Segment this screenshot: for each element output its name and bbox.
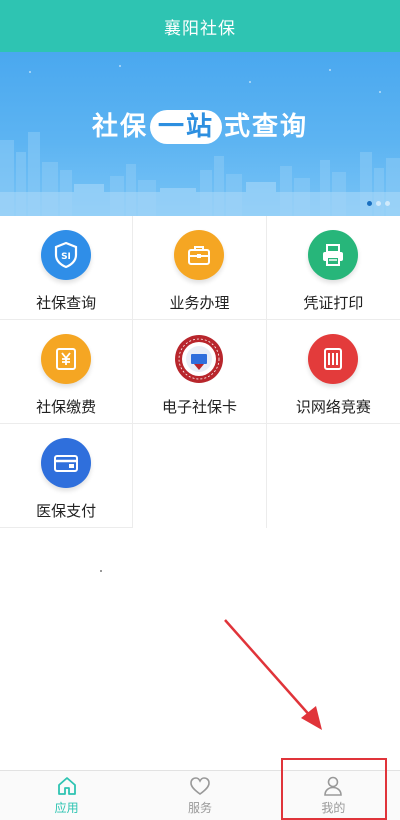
service-label: 社保查询 bbox=[36, 294, 97, 312]
carousel-indicator bbox=[367, 201, 390, 206]
service-voucher-print[interactable]: 凭证打印 bbox=[266, 216, 400, 320]
tab-label: 我的 bbox=[321, 801, 346, 815]
social-security-card-badge-icon bbox=[174, 334, 225, 384]
service-medical-insurance-payment[interactable]: 医保支付 bbox=[0, 424, 134, 528]
slogan-text-2: 式查询 bbox=[224, 112, 309, 142]
service-social-security-payment[interactable]: 社保缴费 bbox=[0, 320, 134, 424]
briefcase-icon bbox=[174, 230, 225, 280]
empty-cell bbox=[133, 424, 267, 528]
slogan-text-1: 社保 bbox=[91, 112, 148, 142]
page-title: 襄阳社保 bbox=[164, 18, 236, 39]
service-label: 社保缴费 bbox=[36, 398, 97, 416]
banner-slogan: 社保 一站 式查询 bbox=[0, 106, 400, 144]
service-electronic-card[interactable]: 电子社保卡 bbox=[133, 320, 267, 424]
tab-mine[interactable]: 我的 bbox=[267, 771, 400, 820]
service-label: 业务办理 bbox=[169, 294, 230, 312]
service-label: 电子社保卡 bbox=[161, 398, 237, 416]
svg-text:SI: SI bbox=[61, 252, 71, 262]
bottom-tab-bar: 应用 服务 我的 bbox=[0, 770, 400, 820]
credit-card-icon bbox=[41, 438, 92, 488]
promo-banner[interactable]: 社保 一站 式查询 bbox=[0, 52, 400, 216]
yen-receipt-icon bbox=[41, 334, 92, 384]
service-label: 凭证打印 bbox=[303, 294, 364, 312]
notebook-icon bbox=[308, 334, 359, 384]
user-icon bbox=[324, 776, 343, 796]
service-label: 医保支付 bbox=[36, 502, 97, 520]
tab-services[interactable]: 服务 bbox=[133, 771, 266, 820]
stray-dot bbox=[100, 570, 102, 572]
carousel-dot[interactable] bbox=[376, 201, 381, 206]
service-grid: SI 社保查询 业务办理 凭证打印 社保缴费 电子社保卡 识网络竞赛 医保支付 bbox=[0, 216, 400, 528]
home-icon bbox=[57, 777, 76, 795]
tab-label: 应用 bbox=[54, 801, 79, 815]
printer-icon bbox=[308, 230, 359, 280]
tab-apps[interactable]: 应用 bbox=[0, 771, 133, 820]
service-label: 识网络竞赛 bbox=[295, 398, 371, 416]
service-social-security-query[interactable]: SI 社保查询 bbox=[0, 216, 134, 320]
service-business-handling[interactable]: 业务办理 bbox=[133, 216, 267, 320]
slogan-pill: 一站 bbox=[149, 110, 222, 144]
tab-label: 服务 bbox=[187, 801, 212, 815]
carousel-dot[interactable] bbox=[385, 201, 390, 206]
heart-icon bbox=[190, 777, 210, 795]
empty-cell bbox=[267, 424, 400, 528]
carousel-dot[interactable] bbox=[367, 201, 372, 206]
si-shield-icon: SI bbox=[41, 230, 92, 280]
app-header: 襄阳社保 bbox=[0, 0, 400, 52]
service-knowledge-contest[interactable]: 识网络竞赛 bbox=[266, 320, 400, 424]
